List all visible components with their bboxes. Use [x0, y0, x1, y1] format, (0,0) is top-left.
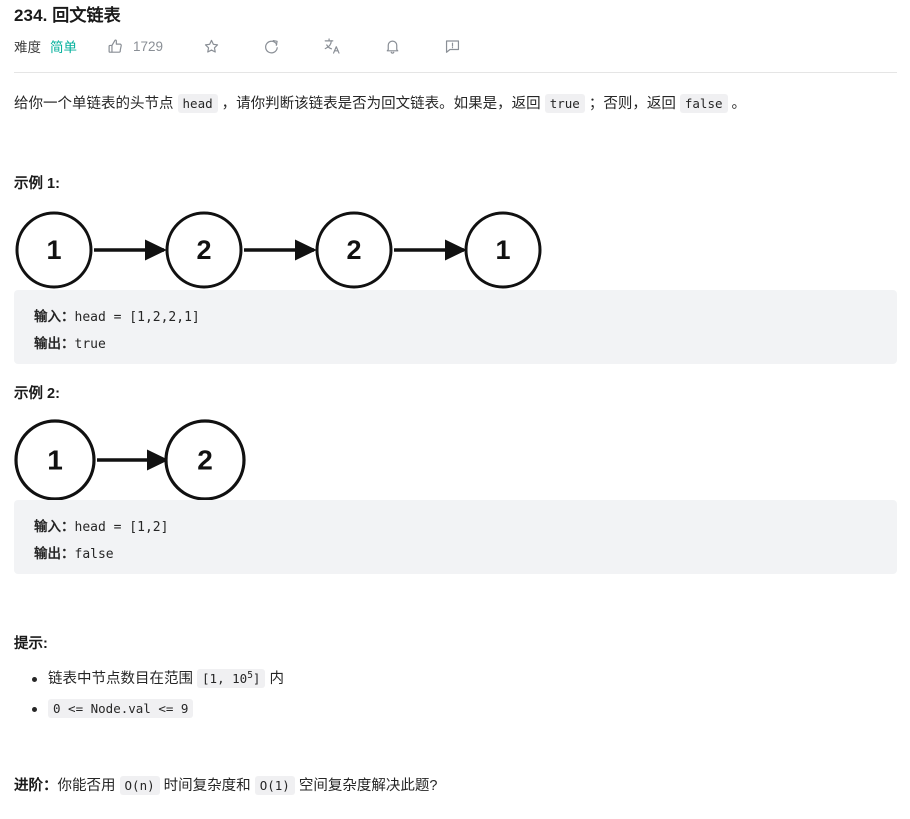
- inline-code-true: true: [544, 94, 585, 113]
- description-text-4: 。: [727, 96, 747, 112]
- like-button[interactable]: 1729: [107, 35, 163, 57]
- followup-text-2: 时间复杂度和: [159, 778, 255, 794]
- problem-page: 234. 回文链表 难度 简单 1729 给你一个单链表的头节点 head ，请…: [0, 0, 910, 819]
- favorite-button[interactable]: [203, 35, 220, 57]
- example-2-input-label: 输入：: [34, 519, 75, 534]
- followup-text-3: 空间复杂度解决此题?: [294, 778, 438, 794]
- list-item: 0 <= Node.val <= 9: [32, 694, 910, 724]
- hint-1-suffix: 内: [265, 671, 284, 687]
- example-2-input-value: head = [1,2]: [74, 520, 169, 535]
- star-icon: [203, 38, 220, 55]
- hint-2-code: 0 <= Node.val <= 9: [48, 699, 194, 718]
- page-title: 234. 回文链表: [14, 6, 121, 25]
- example-1-input-label: 输入：: [34, 309, 75, 324]
- inline-code-space-complexity: O(1): [254, 776, 295, 795]
- followup-section: 进阶：你能否用 O(n) 时间复杂度和 O(1) 空间复杂度解决此题?: [14, 774, 898, 798]
- node-value-3: 1: [495, 235, 510, 265]
- example-1-heading: 示例 1:: [14, 176, 60, 192]
- example-2-output-line: 输出：false: [34, 541, 897, 568]
- inline-code-false: false: [679, 94, 728, 113]
- hint-1-code: [1, 105]: [197, 669, 266, 688]
- example-1-output-value: true: [74, 337, 106, 352]
- difficulty-badge: 简单: [50, 40, 77, 55]
- share-icon: [263, 38, 280, 55]
- problem-meta-bar: 难度 简单 1729: [14, 34, 461, 58]
- hint-1-code-pre: [1, 10: [202, 671, 248, 686]
- description-text-1: 给你一个单链表的头节点: [14, 96, 178, 112]
- inline-code-time-complexity: O(n): [119, 776, 160, 795]
- difficulty-label: 难度: [14, 40, 41, 55]
- example-1-input-line: 输入：head = [1,2,2,1]: [34, 304, 897, 331]
- example-2-linked-list-diagram: 1 2: [14, 416, 264, 509]
- example-1-output-label: 输出：: [34, 336, 75, 351]
- translate-icon: [323, 37, 341, 55]
- notification-button[interactable]: [384, 35, 401, 57]
- example-1-code-block: 输入：head = [1,2,2,1] 输出：true: [14, 290, 897, 364]
- feedback-icon: [444, 38, 461, 55]
- node-value-0: 1: [47, 445, 63, 476]
- hint-1-code-post: ]: [252, 671, 261, 686]
- description-text-3: ；否则，返回: [584, 96, 680, 112]
- node-value-0: 1: [46, 235, 61, 265]
- followup-text-1: 你能否用: [57, 778, 120, 794]
- example-1-linked-list-diagram: 1 2 2 1: [14, 206, 559, 299]
- like-count: 1729: [133, 38, 164, 54]
- hint-1-prefix: 链表中节点数目在范围: [48, 671, 198, 687]
- node-value-2: 2: [346, 235, 361, 265]
- thumbs-up-icon: [107, 38, 124, 55]
- translate-button[interactable]: [323, 35, 341, 57]
- example-2-output-label: 输出：: [34, 546, 75, 561]
- followup-label: 进阶：: [14, 778, 58, 794]
- example-2-code-block: 输入：head = [1,2] 输出：false: [14, 500, 897, 574]
- node-value-1: 2: [196, 235, 211, 265]
- feedback-button[interactable]: [444, 35, 461, 57]
- bell-icon: [384, 38, 401, 55]
- inline-code-head: head: [177, 94, 218, 113]
- problem-description: 给你一个单链表的头节点 head ，请你判断该链表是否为回文链表。如果是，返回 …: [14, 92, 898, 116]
- example-2-input-line: 输入：head = [1,2]: [34, 514, 897, 541]
- list-item: 链表中节点数目在范围 [1, 105] 内: [32, 664, 910, 694]
- description-text-2: ，请你判断该链表是否为回文链表。如果是，返回: [217, 96, 545, 112]
- hints-list: 链表中节点数目在范围 [1, 105] 内 0 <= Node.val <= 9: [0, 664, 910, 724]
- hints-heading: 提示:: [14, 636, 48, 652]
- example-2-output-value: false: [74, 547, 114, 562]
- example-1-output-line: 输出：true: [34, 331, 897, 358]
- share-button[interactable]: [263, 35, 280, 57]
- node-value-1: 2: [197, 445, 213, 476]
- example-1-input-value: head = [1,2,2,1]: [74, 310, 200, 325]
- header-divider: [14, 72, 897, 73]
- example-2-heading: 示例 2:: [14, 386, 60, 402]
